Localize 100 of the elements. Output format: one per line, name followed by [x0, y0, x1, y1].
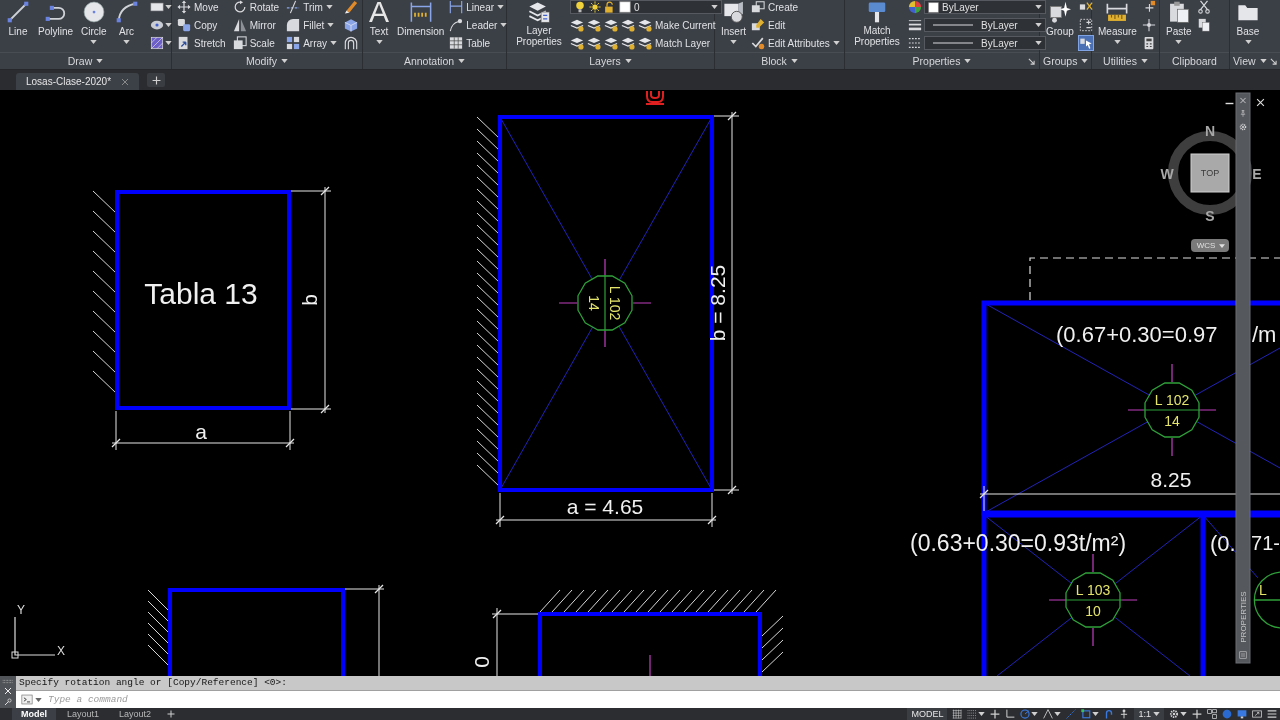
panel-title-button[interactable]: Modify	[243, 54, 291, 68]
status-toggle-button[interactable]	[1169, 708, 1187, 720]
new-tab-button[interactable]	[147, 73, 166, 87]
ribbon-button[interactable]: Move	[177, 0, 226, 14]
ribbon-button[interactable]: Make Current	[638, 18, 716, 32]
tool-button[interactable]	[604, 18, 618, 32]
tool-button[interactable]	[344, 0, 359, 14]
status-toggle-button[interactable]	[1252, 708, 1262, 720]
ribbon-button[interactable]: Stretch	[177, 36, 226, 50]
tool-button[interactable]	[908, 36, 922, 50]
tool-button[interactable]	[344, 18, 359, 32]
tool-button[interactable]	[1141, 18, 1156, 32]
compass-label[interactable]: N	[1204, 123, 1216, 139]
ribbon-button[interactable]: Scale	[232, 36, 280, 50]
tool-button[interactable]	[587, 36, 601, 50]
layout-tab[interactable]: Layout1	[58, 708, 109, 720]
wrench-icon[interactable]	[4, 697, 12, 706]
tool-button[interactable]	[587, 18, 601, 32]
ribbon-button[interactable]: Rotate	[232, 0, 280, 14]
ribbon-button[interactable]: Line	[3, 0, 33, 52]
ribbon-button[interactable]: Match Properties	[848, 0, 906, 52]
panel-title-button[interactable]: View	[1230, 54, 1270, 68]
status-toggle-button[interactable]	[1005, 708, 1016, 720]
panel-title-button[interactable]: Properties	[909, 54, 975, 68]
status-toggle-button[interactable]	[1237, 708, 1247, 720]
status-toggle-button[interactable]	[1043, 708, 1062, 720]
tool-button[interactable]	[621, 36, 635, 50]
ribbon-button[interactable]: Match Layer	[638, 36, 711, 50]
ribbon-button[interactable]: Copy	[177, 18, 226, 32]
ribbon-button[interactable]: Layer Properties	[510, 0, 568, 52]
settings-icon[interactable]	[1240, 124, 1246, 130]
tool-button[interactable]	[1196, 0, 1211, 14]
tool-button[interactable]	[908, 0, 922, 14]
tool-button[interactable]	[344, 36, 359, 50]
tool-button[interactable]	[604, 36, 618, 50]
tool-button[interactable]	[621, 18, 635, 32]
panel-title-button[interactable]: Clipboard	[1169, 54, 1220, 68]
ellipse-icon	[149, 18, 164, 32]
layout-tab[interactable]: Model	[12, 708, 56, 720]
ribbon-button[interactable]: Dimension	[394, 0, 448, 52]
ribbon-button[interactable]: Base	[1233, 0, 1263, 52]
pin-icon[interactable]	[1241, 110, 1245, 117]
model-space-button[interactable]: MODEL	[907, 708, 948, 720]
panel-title-button[interactable]: Annotation	[400, 54, 469, 68]
ribbon-button[interactable]: Linear	[449, 0, 508, 14]
tool-button[interactable]	[149, 18, 172, 32]
annotation-scale-button[interactable]: 1:1	[1134, 708, 1164, 720]
tool-button[interactable]	[1078, 18, 1093, 32]
tool-button[interactable]	[1196, 18, 1211, 32]
ribbon-button[interactable]: Measure	[1095, 0, 1140, 52]
ribbon-button[interactable]: Polyline	[35, 0, 77, 52]
compass-label[interactable]: E	[1252, 166, 1262, 182]
layer-dropdown[interactable]: 0	[570, 0, 722, 14]
color-dropdown[interactable]: ByLayer	[924, 0, 1046, 14]
ribbon-button[interactable]: Arc	[111, 0, 142, 52]
status-toggle-button[interactable]	[1020, 708, 1039, 720]
tool-button[interactable]	[1078, 36, 1093, 50]
status-toggle-button[interactable]	[1207, 708, 1217, 720]
panel-title-button[interactable]: Groups	[1040, 54, 1092, 68]
tool-button[interactable]	[570, 36, 584, 50]
ribbon-button[interactable]: Group	[1043, 0, 1077, 52]
layout-tab[interactable]: Layout2	[110, 708, 161, 720]
ribbon-button[interactable]: Fillet	[286, 18, 338, 32]
tool-button[interactable]	[149, 36, 172, 50]
tool-button[interactable]	[149, 0, 172, 14]
ribbon-button[interactable]: Create	[751, 0, 840, 14]
status-toggle-button[interactable]	[1066, 708, 1077, 720]
status-toggle-button[interactable]	[1119, 708, 1130, 720]
status-toggle-button[interactable]	[1081, 708, 1100, 720]
command-menu-button[interactable]	[16, 691, 44, 708]
ribbon-button[interactable]: Mirror	[232, 18, 280, 32]
panel-title-button[interactable]: Layers	[586, 54, 635, 68]
status-toggle-button[interactable]	[1104, 708, 1115, 720]
ribbon-button[interactable]: Table	[449, 36, 508, 50]
panel-title-button[interactable]: Utilities	[1100, 54, 1151, 68]
ribbon-button[interactable]: Circle	[78, 0, 110, 52]
close-icon[interactable]	[1257, 99, 1264, 106]
panel-launcher-button[interactable]	[1028, 57, 1035, 65]
status-toggle-button[interactable]	[1222, 708, 1232, 720]
ribbon-button[interactable]: Trim	[286, 0, 338, 14]
status-toggle-button[interactable]	[967, 708, 986, 720]
ribbon-button[interactable]: A Text	[366, 0, 392, 52]
tool-button[interactable]	[908, 18, 922, 32]
ribbon-button[interactable]: Paste	[1163, 0, 1195, 52]
file-tab[interactable]: Losas-Clase-2020*	[16, 73, 140, 90]
lineweight-dropdown[interactable]: ByLayer	[924, 18, 1046, 32]
panel-title-button[interactable]: Draw	[64, 54, 107, 68]
command-input-field[interactable]: Type a command	[44, 691, 1280, 708]
status-toggle-button[interactable]	[1267, 708, 1277, 720]
viewcube-top-face[interactable]: TOP	[1190, 153, 1230, 193]
ribbon-button[interactable]: Array	[286, 36, 338, 50]
compass-label[interactable]: W	[1160, 166, 1174, 182]
panel-launcher-button[interactable]	[1269, 57, 1277, 65]
tool-button[interactable]	[570, 18, 584, 32]
ribbon-button[interactable]: Edit Attributes	[751, 36, 840, 50]
linetype-dropdown[interactable]: ByLayer	[924, 36, 1046, 50]
compass-label[interactable]: S	[1205, 208, 1215, 224]
panel-title-button[interactable]: Block	[758, 54, 801, 68]
ribbon-button[interactable]: Edit	[751, 18, 840, 32]
ribbon-button[interactable]: Leader	[449, 18, 508, 32]
